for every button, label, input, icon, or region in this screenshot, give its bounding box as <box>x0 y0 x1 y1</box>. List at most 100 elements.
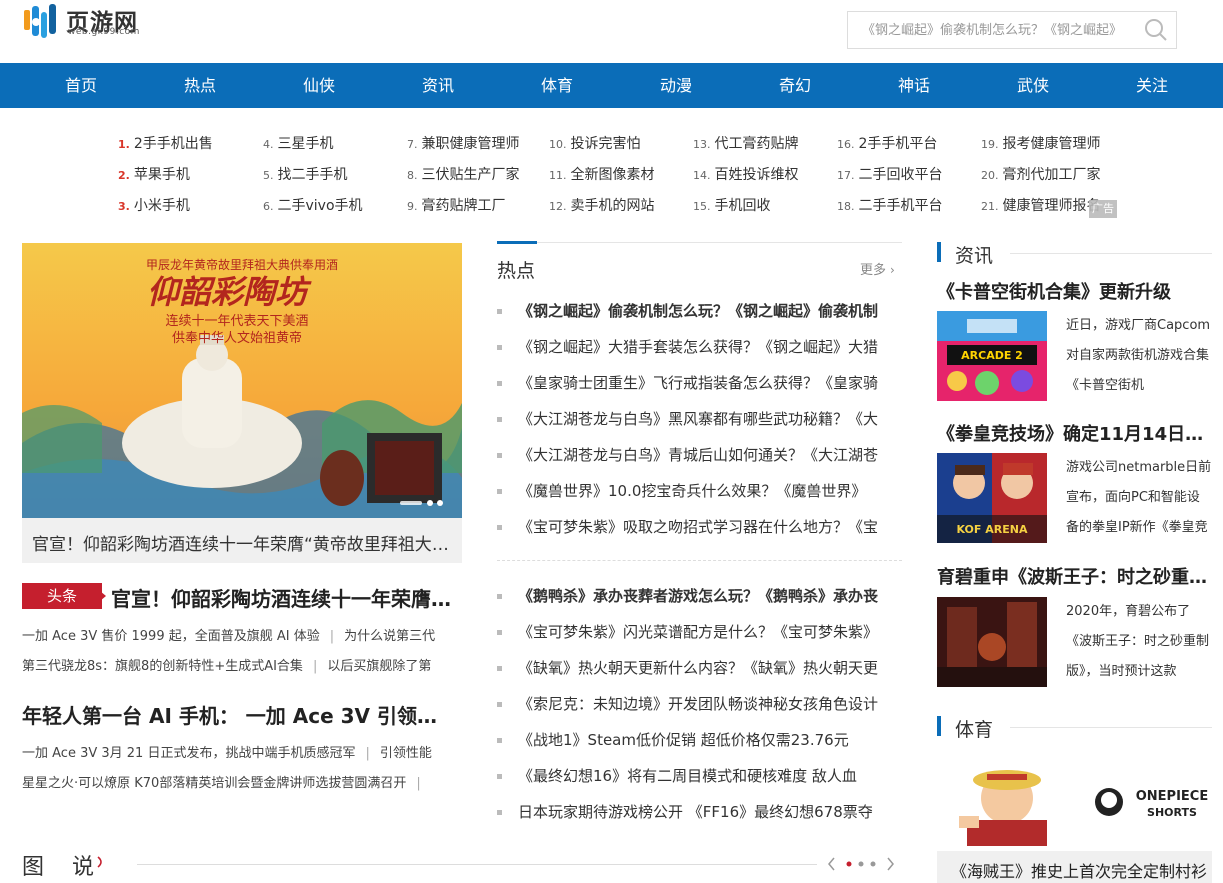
related-link[interactable]: 一加 Ace 3V 3月 21 日正式发布，挑战中端手机质感冠军 <box>22 746 355 761</box>
news-thumbnail[interactable] <box>937 597 1047 687</box>
more-link[interactable]: 更多 › <box>860 259 895 278</box>
hot-item-text: 《大江湖苍龙与白鸟》黑风寨都有哪些武功秘籍？《大 <box>518 410 879 428</box>
nav-item-fantasy[interactable]: 奇幻 <box>745 63 845 108</box>
keyword-text: 膏剂代加工厂家 <box>1002 167 1101 183</box>
keyword-rank: 19. <box>981 138 999 151</box>
keyword-text: 二手vivo手机 <box>277 198 363 214</box>
keyword-link[interactable]: 2. 苹果手机 <box>118 164 190 184</box>
image-slider[interactable]: 甲辰龙年黄帝故里拜祖大典供奉用酒 仰韶彩陶坊 连续十一年代表天下美酒 供奉中华人… <box>22 243 462 563</box>
keyword-link[interactable]: 4. 三星手机 <box>263 133 334 153</box>
tushuo-pager[interactable] <box>826 855 898 873</box>
slide-caption[interactable]: 官宣！仰韶彩陶坊酒连续十一年荣膺“黄帝故里拜祖大典” <box>22 518 462 563</box>
keyword-link[interactable]: 21. 健康管理师报名 <box>981 195 1101 215</box>
keyword-link[interactable]: 6. 二手vivo手机 <box>263 195 363 215</box>
hot-item-text: 日本玩家期待游戏榜公开 《FF16》最终幻想678票夺 <box>518 803 873 821</box>
keyword-link[interactable]: 19. 报考健康管理师 <box>981 133 1101 153</box>
sports-image[interactable]: ONEPIECE SHORTS <box>937 758 1212 850</box>
bullet-icon <box>497 738 502 743</box>
bullet-icon <box>497 630 502 635</box>
keyword-link[interactable]: 8. 三伏贴生产厂家 <box>407 164 520 184</box>
news-thumbnail[interactable]: ARCADE 2 <box>937 311 1047 401</box>
search-icon[interactable] <box>1144 18 1168 42</box>
slide-image[interactable]: 甲辰龙年黄帝故里拜祖大典供奉用酒 仰韶彩陶坊 连续十一年代表天下美酒 供奉中华人… <box>22 243 462 518</box>
related-link[interactable]: 引领性能 <box>380 746 432 761</box>
keyword-rank: 3. <box>118 200 130 213</box>
search-input[interactable] <box>862 12 1142 48</box>
chevron-right-icon: › <box>890 263 895 277</box>
feature-related-row-1: 一加 Ace 3V 3月 21 日正式发布，挑战中端手机质感冠军 | 引领性能 <box>22 746 432 761</box>
headline-title[interactable]: 官宣！仰韶彩陶坊酒连续十一年荣膺“黄帝故里拜祖大典” <box>111 583 456 612</box>
hot-list-item[interactable]: 《最终幻想16》将有二周目模式和硬核难度 敌人血 <box>497 765 902 786</box>
keyword-link[interactable]: 17. 二手回收平台 <box>837 164 943 184</box>
keyword-rank: 18. <box>837 200 855 213</box>
search-box <box>847 11 1177 49</box>
hot-list-item[interactable]: 《宝可梦朱紫》吸取之吻招式学习器在什么地方？《宝 <box>497 516 902 537</box>
hot-list-item[interactable]: 《索尼克：未知边境》开发团队畅谈神秘女孩角色设计 <box>497 693 902 714</box>
news-item-title[interactable]: 《卡普空街机合集》更新升级 <box>937 278 1212 304</box>
keyword-link[interactable]: 13. 代工膏药贴牌 <box>693 133 799 153</box>
keyword-link[interactable]: 11. 全新图像素材 <box>549 164 655 184</box>
sports-logo-text: ONEPIECE <box>1136 789 1208 804</box>
keyword-text: 手机回收 <box>714 198 771 214</box>
svg-text:KOF ARENA: KOF ARENA <box>957 523 1028 536</box>
keyword-text: 找二手手机 <box>277 167 348 183</box>
keyword-link[interactable]: 18. 二手手机平台 <box>837 195 943 215</box>
hot-list-item[interactable]: 《战地1》Steam低价促销 超低价格仅需23.76元 <box>497 729 902 750</box>
feature-title[interactable]: 年轻人第一台 AI 手机： 一加 Ace 3V 引领中端市场 <box>22 700 452 729</box>
nav-item-wuxia[interactable]: 武侠 <box>983 63 1083 108</box>
hot-item-text: 《战地1》Steam低价促销 超低价格仅需23.76元 <box>518 731 849 749</box>
news-item-title[interactable]: 育碧重申《波斯王子：时之砂重制版》 <box>937 563 1212 589</box>
news-thumbnail[interactable]: KOF ARENA <box>937 453 1047 543</box>
keyword-text: 健康管理师报名 <box>1002 198 1101 214</box>
nav-item-news[interactable]: 资讯 <box>388 63 488 108</box>
headline-related-row-1: 一加 Ace 3V 售价 1999 起，全面普及旗舰 AI 体验 | 为什么说第三代 <box>22 629 436 644</box>
hot-list-item[interactable]: 《鹅鸭杀》承办丧葬者游戏怎么玩？《鹅鸭杀》承办丧 <box>497 585 902 606</box>
nav-item-myth[interactable]: 神话 <box>864 63 964 108</box>
sports-caption[interactable]: 《海贼王》推史上首次完全定制村衫 <box>937 851 1212 883</box>
keyword-rank: 10. <box>549 138 567 151</box>
nav-item-sports[interactable]: 体育 <box>507 63 607 108</box>
hot-list-item[interactable]: 《大江湖苍龙与白鸟》青城后山如何通关？《大江湖苍 <box>497 444 902 465</box>
related-link[interactable]: 以后买旗舰除了第 <box>327 659 431 674</box>
related-link[interactable]: 一加 Ace 3V 售价 1999 起，全面普及旗舰 AI 体验 <box>22 629 320 644</box>
sports-logo-sub: SHORTS <box>1147 806 1197 819</box>
keyword-link[interactable]: 12. 卖手机的网站 <box>549 195 655 215</box>
news-item-title[interactable]: 《拳皇竞技场》确定11月14日上线 <box>937 420 1212 446</box>
keyword-link[interactable]: 7. 兼职健康管理师 <box>407 133 520 153</box>
bullet-icon <box>497 489 502 494</box>
keyword-rank: 12. <box>549 200 567 213</box>
hot-list-item[interactable]: 《大江湖苍龙与白鸟》黑风寨都有哪些武功秘籍？《大 <box>497 408 902 429</box>
main-nav: 首页 热点 仙侠 资讯 体育 动漫 奇幻 神话 武侠 关注 <box>0 63 1223 108</box>
poster-line-2: 供奉中华人文始祖黄帝 <box>172 330 302 346</box>
keyword-link[interactable]: 1. 2手手机出售 <box>118 133 213 153</box>
related-link[interactable]: 星星之火·可以燎原 K70部落精英培训会暨金牌讲师选拔营圆满召开 <box>22 776 406 791</box>
keyword-rank: 4. <box>263 138 274 151</box>
hot-list-item[interactable]: 《宝可梦朱紫》闪光菜谱配方是什么？《宝可梦朱紫》 <box>497 621 902 642</box>
related-link[interactable]: 第三代骁龙8s：旗舰8的创新特性+生成式AI合集 <box>22 659 303 674</box>
nav-item-home[interactable]: 首页 <box>31 63 131 108</box>
keyword-link[interactable]: 20. 膏剂代加工厂家 <box>981 164 1101 184</box>
related-link[interactable]: 为什么说第三代 <box>344 629 435 644</box>
nav-item-hot[interactable]: 热点 <box>150 63 250 108</box>
keyword-link[interactable]: 15. 手机回收 <box>693 195 771 215</box>
nav-item-xianxia[interactable]: 仙侠 <box>269 63 369 108</box>
nav-item-follow[interactable]: 关注 <box>1102 63 1202 108</box>
hot-list-item[interactable]: 《皇家骑士团重生》飞行戒指装备怎么获得？《皇家骑 <box>497 372 902 393</box>
sports-section-title: 体育 <box>955 719 994 741</box>
bullet-icon <box>497 525 502 530</box>
keyword-link[interactable]: 14. 百姓投诉维权 <box>693 164 799 184</box>
hot-list-item[interactable]: 《魔兽世界》10.0挖宝奇兵什么效果？《魔兽世界》 <box>497 480 902 501</box>
hot-item-text: 《缺氧》热火朝天更新什么内容？《缺氧》热火朝天更 <box>518 659 879 677</box>
keyword-link[interactable]: 5. 找二手手机 <box>263 164 348 184</box>
nav-item-anime[interactable]: 动漫 <box>626 63 726 108</box>
keyword-link[interactable]: 9. 膏药贴牌工厂 <box>407 195 506 215</box>
slider-pagination[interactable] <box>400 499 450 507</box>
keyword-link[interactable]: 16. 2手手机平台 <box>837 133 937 153</box>
hot-list-item[interactable]: 《缺氧》热火朝天更新什么内容？《缺氧》热火朝天更 <box>497 657 902 678</box>
hot-list-item[interactable]: 《钢之崛起》大猎手套装怎么获得？《钢之崛起》大猎 <box>497 336 902 357</box>
hot-list-item[interactable]: 《钢之崛起》偷袭机制怎么玩？《钢之崛起》偷袭机制 <box>497 300 902 321</box>
keyword-link[interactable]: 3. 小米手机 <box>118 195 190 215</box>
hot-list-item[interactable]: 日本玩家期待游戏榜公开 《FF16》最终幻想678票夺 <box>497 801 902 822</box>
logo-icon <box>24 4 56 38</box>
keyword-link[interactable]: 10. 投诉完害怕 <box>549 133 641 153</box>
